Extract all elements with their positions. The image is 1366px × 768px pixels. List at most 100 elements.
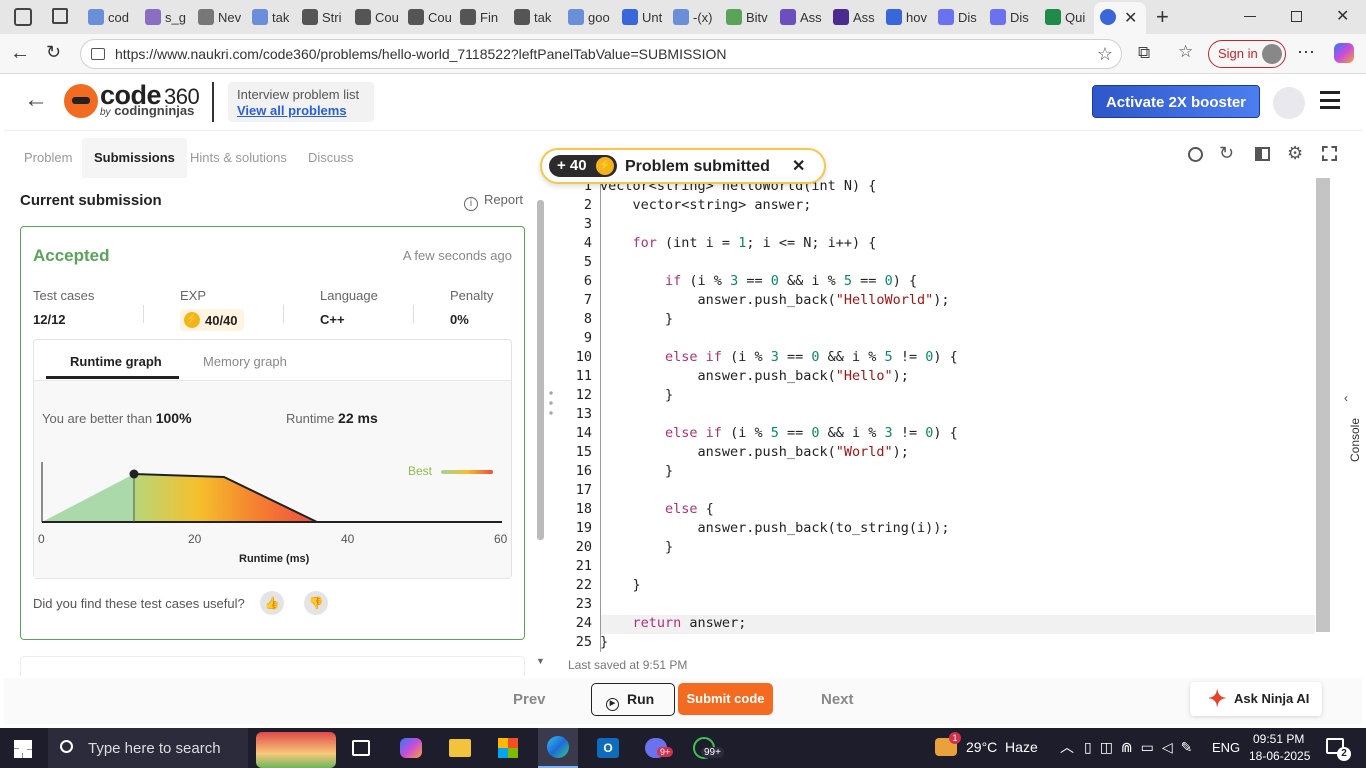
browser-tab[interactable]: Unt — [622, 4, 668, 30]
task-view-icon[interactable] — [352, 740, 370, 756]
runtime-chart — [41, 462, 502, 523]
minimize-icon[interactable] — [1244, 16, 1256, 17]
back-arrow-icon[interactable]: ← — [24, 86, 48, 114]
browser-tab[interactable]: tak — [514, 4, 560, 30]
ask-ninja-ai-button[interactable]: ✦ Ask Ninja AI — [1190, 682, 1322, 716]
copilot-taskbar-icon[interactable] — [400, 738, 422, 758]
favorite-star-icon[interactable]: ☆ — [1097, 40, 1113, 68]
tab-submissions[interactable]: Submissions — [82, 138, 187, 178]
settings-gear-icon[interactable]: ⚙ — [1287, 143, 1303, 164]
search-icon — [60, 740, 73, 753]
copilot-icon[interactable] — [1334, 43, 1354, 63]
browser-tab[interactable]: cod — [88, 4, 134, 30]
view-all-problems-link[interactable]: View all problems — [237, 103, 347, 118]
browser-tab[interactable]: Nev — [198, 4, 244, 30]
weather-text[interactable]: 29°C Haze — [966, 739, 1038, 755]
taskbar-search-box[interactable]: Type here to search — [48, 728, 248, 768]
store-icon[interactable] — [498, 738, 518, 758]
browser-tab[interactable]: Bitv — [726, 4, 772, 30]
sign-in-button[interactable]: Sign in — [1208, 40, 1286, 68]
runtime-label: Runtime 22 ms — [286, 410, 378, 426]
browser-tab[interactable]: -(x) — [673, 4, 719, 30]
close-window-icon[interactable]: ✕ — [1336, 6, 1349, 26]
browser-tab[interactable]: Ass — [780, 4, 826, 30]
tab-favicon-icon — [990, 9, 1006, 25]
browser-tab[interactable]: s_g — [145, 4, 191, 30]
url-field[interactable]: https://www.naukri.com/code360/problems/… — [80, 39, 1122, 69]
problem-submitted-toast: + 40 ⚡ Problem submitted ✕ — [540, 148, 826, 184]
code360-logo-icon[interactable] — [64, 84, 98, 118]
left-scrollbar[interactable] — [537, 200, 544, 540]
tab-hints[interactable]: Hints & solutions — [190, 138, 287, 178]
next-button[interactable]: Next — [821, 691, 854, 708]
prev-button[interactable]: Prev — [513, 691, 546, 708]
line-number: 19 — [575, 520, 592, 536]
console-tab[interactable]: Console — [1348, 418, 1362, 462]
browser-tab[interactable]: Dis — [938, 4, 984, 30]
browser-tab[interactable]: Qui — [1045, 4, 1091, 30]
tab-title: Stri — [322, 9, 342, 25]
discord-icon[interactable]: 9+ — [645, 738, 674, 758]
browser-tab[interactable]: hov — [886, 4, 932, 30]
refresh-icon[interactable]: ↻ — [46, 42, 61, 63]
tab-runtime-graph[interactable]: Runtime graph — [70, 354, 162, 369]
browser-tab[interactable]: Dis — [990, 4, 1036, 30]
browser-tab[interactable]: Fin — [460, 4, 506, 30]
language-indicator[interactable]: ENG — [1212, 740, 1240, 755]
file-explorer-icon[interactable] — [449, 739, 471, 757]
browser-tab[interactable]: Ass — [833, 4, 879, 30]
browser-tab[interactable]: Stri — [302, 4, 348, 30]
line-number: 23 — [575, 596, 592, 612]
console-collapse-icon[interactable]: ‹ — [1344, 391, 1348, 405]
whatsapp-icon[interactable]: 99+ — [693, 737, 724, 759]
panel-resize-handle[interactable] — [549, 388, 553, 418]
favorites-icon[interactable]: ☆ — [1178, 42, 1193, 62]
report-button[interactable]: i Report — [464, 192, 523, 211]
weather-icon[interactable]: 1 — [935, 732, 961, 756]
timer-icon[interactable] — [1188, 147, 1203, 162]
notification-icon[interactable]: 2 — [1326, 738, 1351, 761]
browser-tab[interactable]: goo — [568, 4, 614, 30]
hamburger-menu-icon[interactable] — [1320, 91, 1340, 109]
tab-discuss[interactable]: Discuss — [308, 138, 354, 178]
tab-title: Nev — [218, 9, 242, 25]
active-tab[interactable]: ✕ — [1094, 2, 1146, 34]
thumbs-down-button[interactable]: 👎 — [304, 591, 328, 615]
fullscreen-icon[interactable] — [1322, 146, 1337, 161]
chart-area-others — [42, 474, 134, 522]
tab-actions-icon[interactable] — [52, 8, 68, 24]
close-tab-icon[interactable]: ✕ — [1124, 8, 1137, 28]
reset-icon[interactable]: ↻ — [1219, 143, 1234, 164]
site-info-icon[interactable] — [91, 48, 105, 60]
back-icon[interactable]: ← — [10, 42, 30, 65]
tab-problem[interactable]: Problem — [24, 138, 72, 178]
layout-icon[interactable] — [1255, 147, 1270, 161]
clock-time[interactable]: 09:51 PM — [1253, 732, 1304, 746]
user-avatar-icon[interactable] — [1273, 87, 1305, 119]
browser-tab[interactable]: tak — [252, 4, 298, 30]
activate-booster-button[interactable]: Activate 2X booster — [1092, 85, 1260, 118]
code-line: answer.push_back(to_string(i)); — [600, 520, 950, 536]
edge-icon[interactable] — [538, 728, 578, 768]
tab-memory-graph[interactable]: Memory graph — [203, 354, 287, 369]
more-menu-icon[interactable]: ⋯ — [1297, 42, 1315, 63]
code-line: } — [600, 539, 674, 555]
windows-start-icon[interactable] — [14, 740, 32, 758]
run-button[interactable]: ▶ Run — [591, 683, 675, 716]
new-tab-icon[interactable]: + — [1156, 4, 1169, 30]
outlook-icon[interactable]: O — [597, 738, 619, 758]
editor-scrollbar[interactable] — [1316, 178, 1330, 632]
browser-tab[interactable]: Cou — [355, 4, 401, 30]
toast-close-icon[interactable]: ✕ — [792, 156, 805, 176]
submit-code-button[interactable]: Submit code — [678, 683, 773, 715]
tray-icons[interactable]: ▯◫⋒▭◁✎ — [1084, 739, 1200, 756]
extensions-icon[interactable]: ⧉ — [1138, 43, 1150, 63]
workspaces-icon[interactable] — [14, 8, 32, 26]
clock-date[interactable]: 18-06-2025 — [1249, 749, 1310, 763]
scroll-down-icon[interactable]: ▼ — [536, 656, 545, 666]
thumbs-up-button[interactable]: 👍 — [260, 591, 284, 615]
browser-tab[interactable]: Cou — [408, 4, 454, 30]
tray-chevron-icon[interactable]: ︿ — [1060, 737, 1074, 757]
maximize-icon[interactable] — [1291, 11, 1302, 22]
widget-cake-icon[interactable] — [256, 732, 336, 768]
